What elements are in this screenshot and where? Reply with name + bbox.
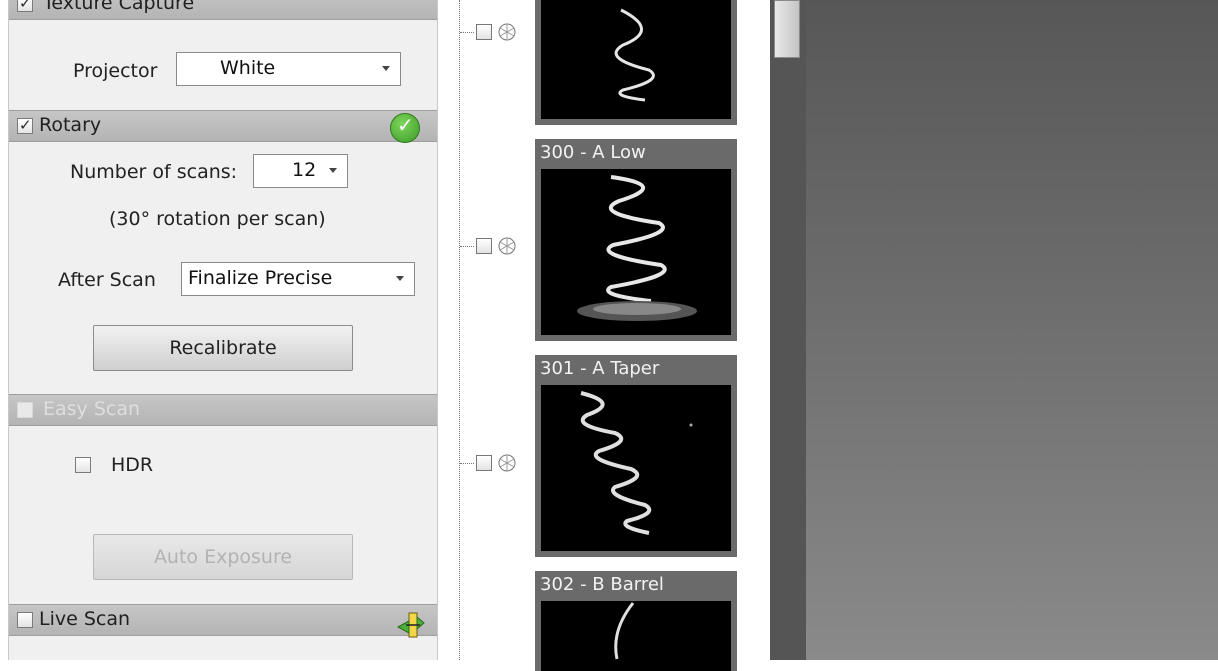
turntable-icon[interactable] — [497, 22, 517, 42]
rotary-checkbox[interactable]: ✓ — [17, 116, 33, 134]
rotary-title: Rotary — [39, 114, 102, 136]
scan-checkbox[interactable] — [476, 455, 492, 471]
tree-connector — [459, 0, 460, 660]
number-of-scans-value: 12 — [292, 159, 317, 181]
live-scan-checkbox[interactable] — [17, 612, 33, 628]
number-of-scans-label: Number of scans: — [70, 161, 238, 183]
after-scan-value: Finalize Precise — [188, 267, 333, 289]
scan-name: 300 - A Low — [540, 142, 646, 163]
texture-capture-title: Texture Capture — [43, 0, 195, 14]
turntable-icon[interactable] — [497, 453, 517, 473]
scan-preview-image — [541, 169, 731, 335]
tree-branch — [460, 32, 474, 33]
projector-label: Projector — [73, 60, 158, 82]
tree-branch — [460, 463, 474, 464]
scrollbar-thumb[interactable] — [774, 0, 800, 58]
live-scan-icon[interactable] — [396, 612, 426, 638]
hdr-checkbox[interactable] — [75, 457, 91, 473]
green-check-icon: ✓ — [390, 113, 420, 143]
easy-scan-checkbox[interactable] — [17, 402, 33, 418]
hdr-label: HDR — [111, 454, 154, 476]
scan-thumbnail[interactable]: 302 - B Barrel — [535, 571, 737, 671]
live-scan-header[interactable]: Live Scan — [9, 604, 437, 636]
scan-preview-image — [541, 385, 731, 551]
scan-thumbnail[interactable]: 300 - A Low — [535, 139, 737, 341]
scan-checkbox[interactable] — [476, 24, 492, 40]
auto-exposure-button[interactable]: Auto Exposure — [93, 534, 353, 580]
chevron-down-icon — [329, 168, 337, 173]
turntable-icon[interactable] — [497, 236, 517, 256]
texture-capture-checkbox[interactable]: ✓ — [17, 0, 33, 12]
chevron-down-icon — [396, 276, 404, 281]
texture-capture-header[interactable]: ✓ Texture Capture — [9, 0, 437, 20]
scan-thumbnail[interactable]: 301 - A Taper — [535, 355, 737, 557]
rotary-header[interactable]: ✓ Rotary — [9, 110, 437, 142]
recalibrate-button[interactable]: Recalibrate — [93, 325, 353, 371]
projector-value: White — [220, 57, 276, 79]
rotation-note: (30° rotation per scan) — [109, 208, 326, 230]
live-scan-title: Live Scan — [39, 608, 131, 630]
easy-scan-header[interactable]: Easy Scan — [9, 394, 437, 426]
scan-settings-panel: ✓ Texture Capture Projector White ✓ Rota… — [8, 0, 438, 660]
list-scrollbar[interactable] — [770, 0, 806, 660]
scan-name: 302 - B Barrel — [540, 574, 664, 595]
scan-name: 301 - A Taper — [540, 358, 660, 379]
scan-checkbox[interactable] — [476, 238, 492, 254]
easy-scan-title: Easy Scan — [43, 398, 141, 420]
scan-preview-image — [541, 0, 731, 119]
number-of-scans-dropdown[interactable]: 12 — [253, 154, 348, 188]
scan-preview-image — [541, 601, 731, 671]
projector-dropdown[interactable]: White — [176, 52, 401, 86]
after-scan-label: After Scan — [58, 269, 156, 291]
scan-thumbnail[interactable] — [535, 0, 737, 125]
tree-branch — [460, 246, 474, 247]
after-scan-dropdown[interactable]: Finalize Precise — [181, 262, 415, 296]
3d-viewport[interactable] — [806, 0, 1218, 660]
chevron-down-icon — [382, 66, 390, 71]
